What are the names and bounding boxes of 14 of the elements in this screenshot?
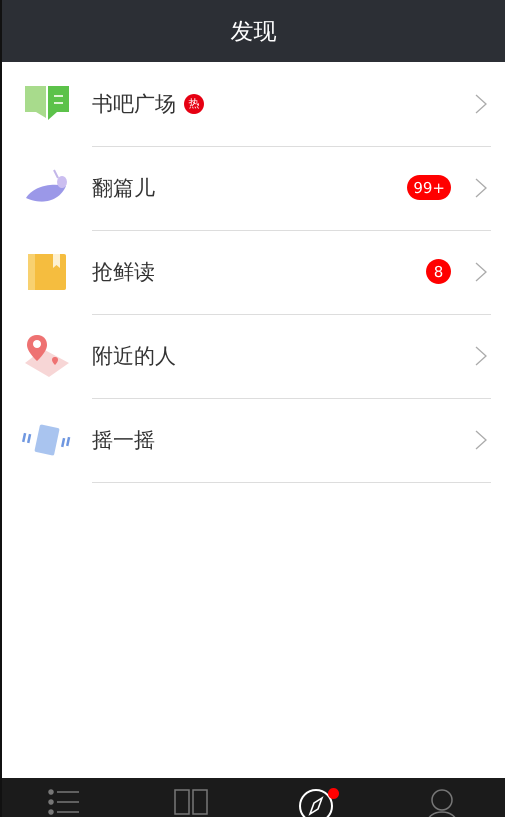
hot-badge: 热 bbox=[184, 94, 204, 114]
item-label: 摇一摇 bbox=[92, 426, 155, 454]
item-label: 翻篇儿 bbox=[92, 174, 155, 202]
menu-item[interactable]: 摇一摇 bbox=[2, 398, 505, 482]
menu-item[interactable]: 抢鲜读 8 bbox=[2, 230, 505, 314]
menu-item[interactable]: 附近的人 bbox=[2, 314, 505, 398]
item-label: 抢鲜读 bbox=[92, 258, 155, 286]
menu-item[interactable]: 翻篇儿 99+ bbox=[2, 146, 505, 230]
menu-item[interactable]: 书吧广场 热 bbox=[2, 62, 505, 146]
count-badge: 8 bbox=[426, 259, 451, 284]
page-title: 发现 bbox=[230, 18, 276, 46]
item-label: 书吧广场 bbox=[92, 90, 176, 118]
count-badge: 99+ bbox=[407, 175, 451, 200]
item-label: 附近的人 bbox=[92, 342, 176, 370]
